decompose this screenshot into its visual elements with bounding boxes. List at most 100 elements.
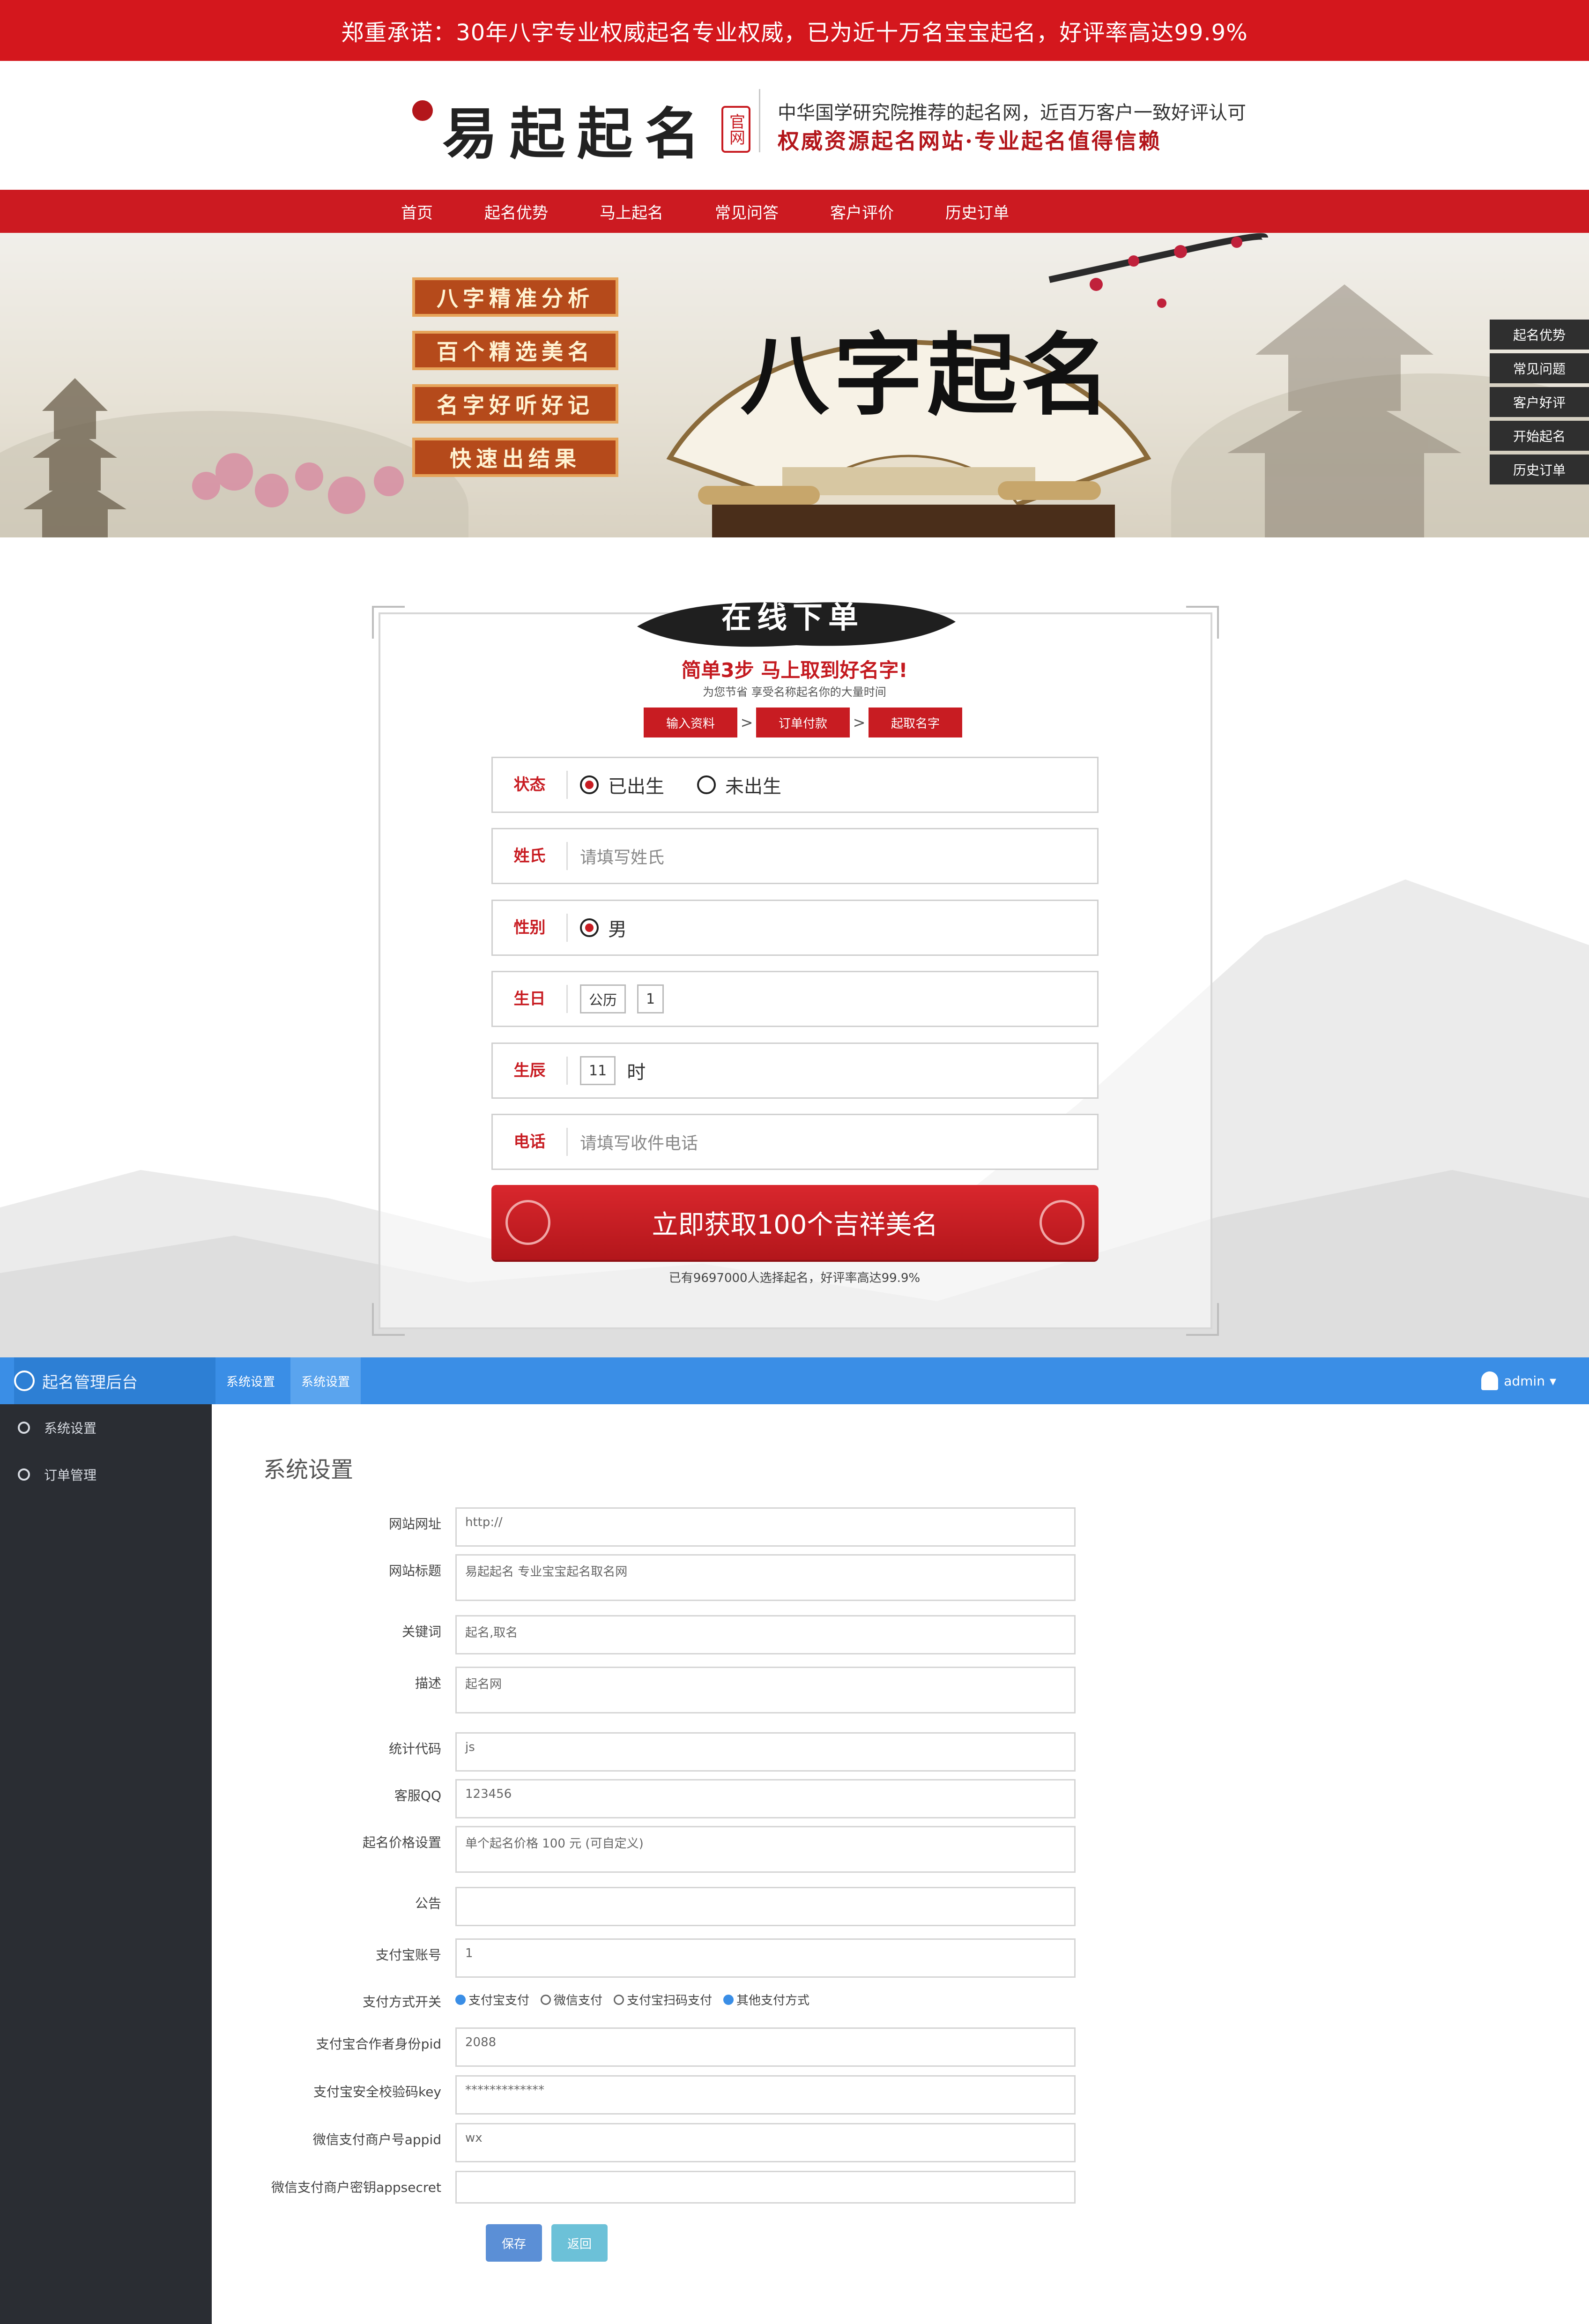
nav-item-home[interactable]: 首页 (401, 200, 433, 223)
setting-label: 网站标题 (388, 1563, 441, 1579)
born-option-label[interactable]: 已出生 (608, 771, 664, 798)
notice-input[interactable] (455, 1887, 1076, 1926)
born-radio[interactable] (580, 775, 599, 794)
calendar-select[interactable]: 公历 (580, 984, 626, 1013)
alipay-account-input[interactable]: 1 (455, 1938, 1076, 1978)
circle-logo-icon (14, 1371, 35, 1391)
sidebar-item-orders[interactable]: 订单管理 (0, 1451, 212, 1498)
nav-item-advantages[interactable]: 起名优势 (484, 200, 548, 223)
wechat-secret-input[interactable] (455, 2171, 1076, 2204)
birth-date-select[interactable]: 1 (637, 984, 664, 1013)
pay-option[interactable]: 支付宝支付 (455, 1991, 529, 2008)
seal-icon (412, 100, 433, 121)
caret-down-icon: ▾ (1549, 1373, 1556, 1389)
header-slogan-primary: 中华国学研究院推荐的起名网，近百万客户一致好评认可 (778, 102, 1246, 124)
setting-row: 微信支付商户号appid wx (212, 2123, 1589, 2162)
order-section: 在线下单 简单3步 马上取到好名字! 为您节省 享受名称起名你的大量时间 输入资… (0, 537, 1589, 1357)
nav-item-start-naming[interactable]: 马上起名 (600, 200, 663, 223)
save-button[interactable]: 保存 (486, 2224, 542, 2262)
surname-placeholder: 请填写姓氏 (580, 848, 665, 867)
pavilion-illustration (1227, 284, 1462, 537)
price-input[interactable]: 单个起名价格 100 元 (可自定义) (455, 1826, 1076, 1873)
phone-row: 电话 请填写收件电话 (491, 1114, 1099, 1170)
side-menu-advantages[interactable]: 起名优势 (1490, 320, 1589, 350)
site-title-input[interactable]: 易起起名 专业宝宝起名取名网 (455, 1554, 1076, 1601)
birth-hour-select[interactable]: 11 (580, 1056, 616, 1085)
pagoda-illustration (23, 378, 126, 537)
feature-tag: 名字好听好记 (412, 384, 618, 424)
nav-item-history-orders[interactable]: 历史订单 (945, 200, 1009, 223)
feature-tags: 八字精准分析 百个精选美名 名字好听好记 快速出结果 (412, 277, 618, 491)
get-names-button-label: 立即获取100个吉祥美名 (652, 1209, 938, 1240)
unborn-option-label[interactable]: 未出生 (725, 771, 781, 798)
pay-option[interactable]: 微信支付 (541, 1991, 602, 2008)
gender-row: 性别 男 (491, 900, 1099, 956)
side-menu-reviews[interactable]: 客户好评 (1490, 387, 1589, 417)
setting-row: 公告 (212, 1887, 1589, 1926)
get-names-button[interactable]: 立即获取100个吉祥美名 (491, 1185, 1099, 1260)
setting-label: 支付宝账号 (375, 1947, 441, 1963)
setting-label: 客服QQ (394, 1788, 441, 1803)
setting-label: 关键词 (401, 1624, 441, 1639)
admin-brand[interactable]: 起名管理后台 (14, 1357, 215, 1404)
birthday-label: 生日 (493, 985, 568, 1013)
birth-hour-row: 生辰 11 时 (491, 1043, 1099, 1099)
qq-input[interactable]: 123456 (455, 1779, 1076, 1818)
setting-label: 公告 (415, 1896, 441, 1911)
admin-username: admin (1504, 1373, 1545, 1389)
header-divider (759, 89, 760, 152)
wechat-appid-input[interactable]: wx (455, 2123, 1076, 2162)
setting-label: 微信支付商户号appid (312, 2132, 441, 2147)
phone-input[interactable]: 请填写收件电话 (568, 1115, 1097, 1169)
nav-item-faq[interactable]: 常见问答 (715, 200, 779, 223)
setting-row: 支付宝合作者身份pid 2088 (212, 2027, 1589, 2067)
admin-topbar: 起名管理后台 系统设置 系统设置 admin ▾ (0, 1357, 1589, 1404)
order-title: 在线下单 (721, 600, 864, 635)
phone-placeholder: 请填写收件电话 (580, 1134, 698, 1153)
promise-bar: 郑重承诺：30年八字专业权威起名专业权威，已为近十万名宝宝起名，好评率高达99.… (0, 0, 1589, 61)
step-input-info: 输入资料 (644, 708, 737, 737)
side-menu-history[interactable]: 历史订单 (1490, 454, 1589, 484)
setting-label: 支付方式开关 (362, 1994, 441, 2010)
main-nav: 首页 起名优势 马上起名 常见问答 客户评价 历史订单 (0, 190, 1589, 233)
unborn-radio[interactable] (697, 775, 716, 794)
pay-option[interactable]: 支付宝扫码支付 (614, 1991, 712, 2008)
pay-option[interactable]: 其他支付方式 (723, 1991, 809, 2008)
stats-code-input[interactable]: js (455, 1732, 1076, 1772)
male-radio[interactable] (580, 918, 599, 937)
step-arrow: > (853, 714, 866, 731)
male-option-label[interactable]: 男 (608, 914, 627, 941)
setting-label: 起名价格设置 (362, 1835, 441, 1850)
admin-brand-label: 起名管理后台 (42, 1373, 138, 1392)
setting-row: 支付宝安全校验码key ************* (212, 2075, 1589, 2115)
setting-label: 支付宝合作者身份pid (316, 2036, 441, 2052)
description-input[interactable]: 起名网 (455, 1667, 1076, 1713)
setting-row: 起名价格设置 单个起名价格 100 元 (可自定义) (212, 1826, 1589, 1873)
side-menu-faq[interactable]: 常见问题 (1490, 353, 1589, 383)
user-icon (1481, 1371, 1499, 1390)
order-tip: 为您节省 享受名称起名你的大量时间 (703, 685, 886, 699)
radio-icon (614, 1994, 624, 2005)
side-menu-start[interactable]: 开始起名 (1490, 421, 1589, 451)
setting-row: 描述 起名网 (212, 1667, 1589, 1713)
nav-item-reviews[interactable]: 客户评价 (830, 200, 894, 223)
setting-row: 支付宝账号 1 (212, 1938, 1589, 1978)
admin-tab-2[interactable]: 系统设置 (290, 1357, 361, 1404)
admin-tab-1[interactable]: 系统设置 (215, 1357, 286, 1404)
surname-input[interactable]: 请填写姓氏 (568, 829, 1097, 883)
setting-label: 微信支付商户密钥appsecret (271, 2180, 441, 2195)
pay-switch-row: 支付方式开关 支付宝支付 微信支付 支付宝扫码支付 其他支付方式 (212, 1985, 1589, 2011)
keywords-input[interactable]: 起名,取名 (455, 1615, 1076, 1654)
site-url-input[interactable]: http:// (455, 1507, 1076, 1547)
feature-tag: 快速出结果 (412, 438, 618, 477)
gender-label: 性别 (493, 914, 568, 942)
setting-row: 关键词 起名,取名 (212, 1615, 1589, 1654)
back-button[interactable]: 返回 (551, 2224, 608, 2262)
birthday-row: 生日 公历 1 (491, 971, 1099, 1027)
sidebar-item-settings[interactable]: 系统设置 (0, 1404, 212, 1451)
admin-user-menu[interactable]: admin ▾ (1481, 1371, 1556, 1390)
alipay-key-input[interactable]: ************* (455, 2075, 1076, 2115)
feature-tag: 百个精选美名 (412, 331, 618, 370)
alipay-pid-input[interactable]: 2088 (455, 2027, 1076, 2067)
site-logo[interactable]: 易起起名 官网 (412, 89, 751, 169)
